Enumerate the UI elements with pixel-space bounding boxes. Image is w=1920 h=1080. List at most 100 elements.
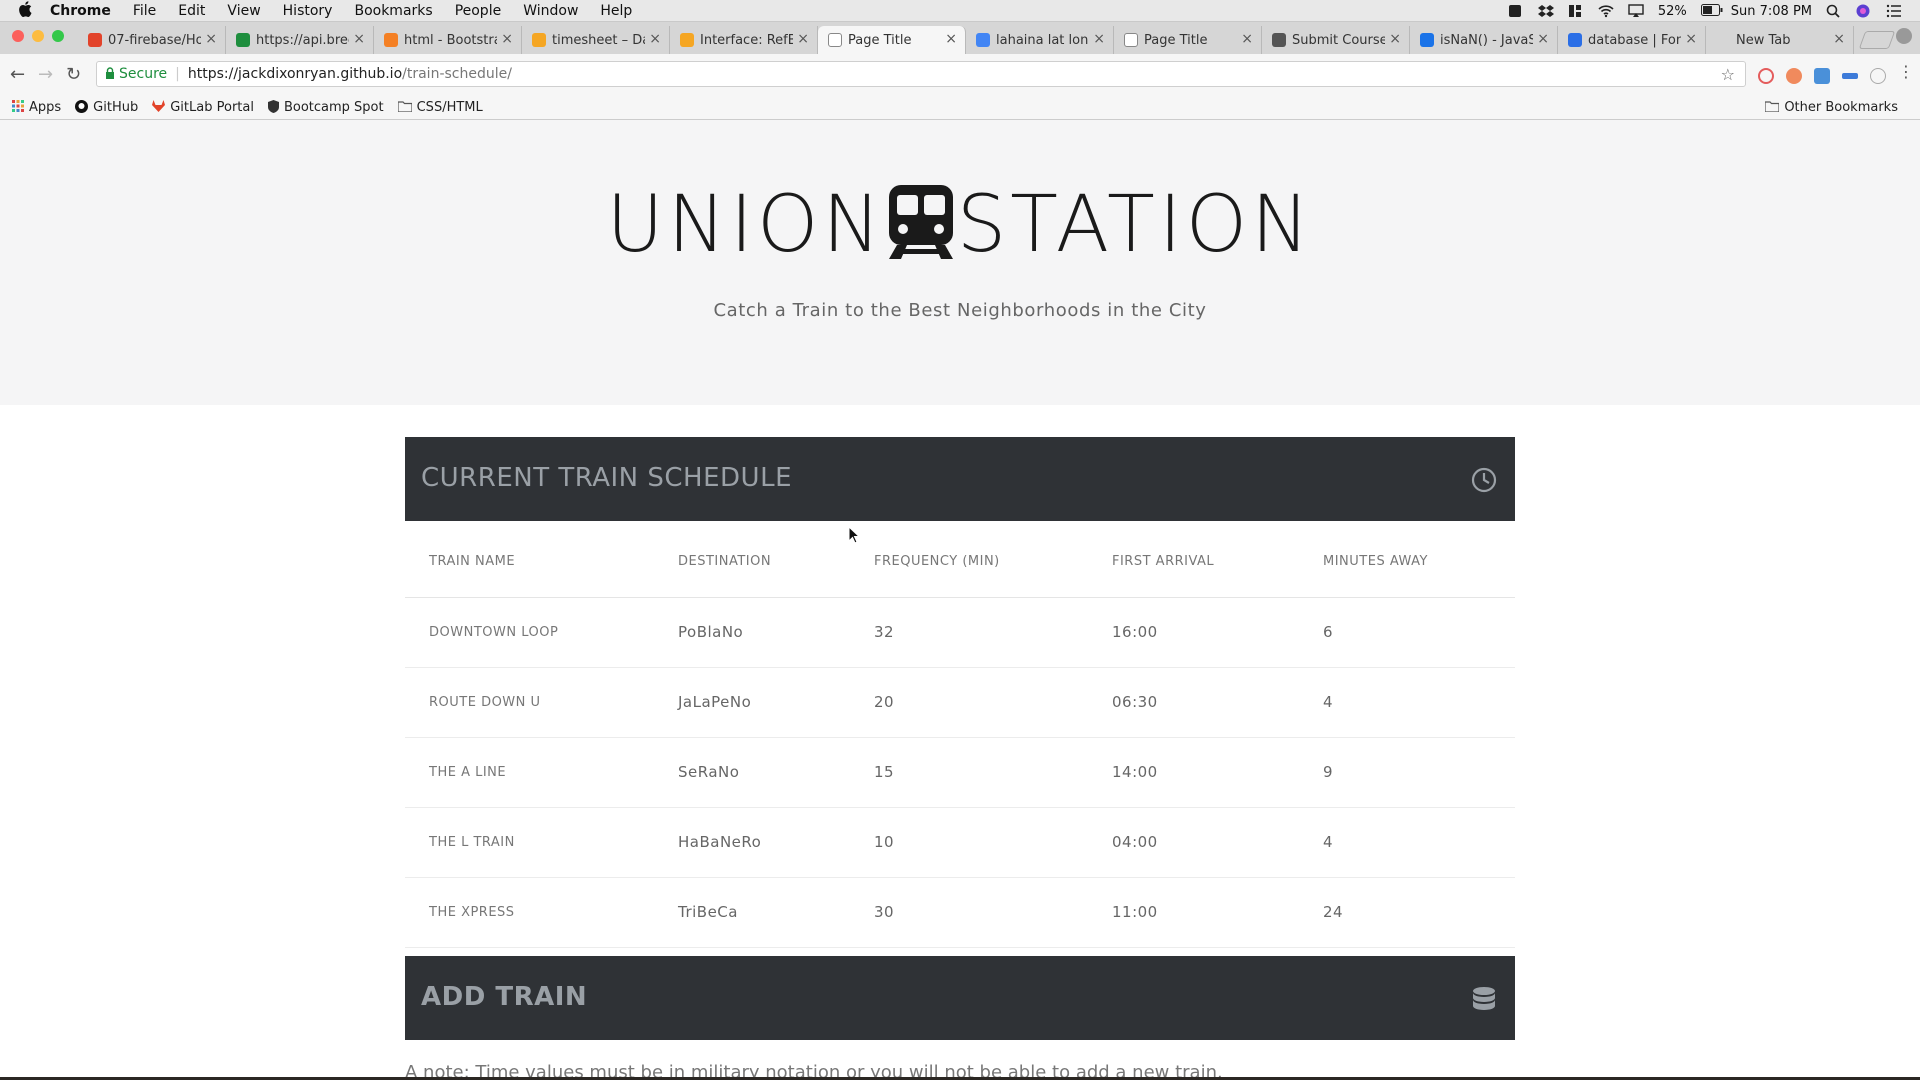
gitlab-icon [152, 100, 166, 115]
tab-close-icon[interactable]: × [1685, 31, 1697, 47]
cell-first-arrival: 16:00 [1088, 597, 1299, 668]
battery-icon[interactable] [1700, 4, 1723, 18]
menu-bookmarks[interactable]: Bookmarks [354, 3, 432, 19]
browser-tab[interactable]: isNaN() - JavaSc× [1410, 26, 1558, 54]
extension-blocker-icon[interactable] [1758, 68, 1774, 84]
bookmark-gitlab[interactable]: GitLab Portal [152, 100, 254, 115]
bookmark-css-html[interactable]: CSS/HTML [397, 100, 483, 115]
cell-frequency: 20 [850, 667, 1088, 738]
zoom-window-button[interactable] [52, 30, 64, 42]
wifi-icon[interactable] [1598, 4, 1614, 18]
clock[interactable]: Sun 7:08 PM [1731, 4, 1812, 19]
forward-icon[interactable]: → [38, 64, 53, 85]
bookmarks-bar: Apps GitHub GitLab Portal Bootcamp Spot … [0, 96, 1920, 120]
menu-chrome[interactable]: Chrome [50, 3, 111, 19]
cell-destination: JaLaPeNo [654, 667, 850, 738]
macos-menu-bar: Chrome File Edit View History Bookmarks … [0, 0, 1920, 22]
cell-train-name: DOWNTOWN LOOP [405, 597, 654, 668]
apple-menu-icon[interactable] [18, 0, 40, 21]
cell-minutes-away: 9 [1299, 737, 1515, 808]
back-icon[interactable]: ← [10, 64, 25, 85]
tab-close-icon[interactable]: × [797, 31, 809, 47]
notification-center-icon[interactable] [1886, 4, 1902, 18]
browser-tab[interactable]: timesheet – Data× [522, 26, 670, 54]
tab-close-icon[interactable]: × [945, 31, 957, 47]
bookmark-bootcamp-spot[interactable]: Bootcamp Spot [267, 99, 384, 116]
browser-toolbar: ← → ↻ Secure | https://jackdixonryan.git… [0, 54, 1920, 96]
site-title: UNION STATION [0, 180, 1920, 270]
schedule-panel-header: CURRENT TRAIN SCHEDULE [405, 437, 1515, 521]
cell-minutes-away: 24 [1299, 877, 1515, 948]
status-app-icon[interactable] [1508, 4, 1524, 18]
columns-icon[interactable] [1568, 4, 1584, 18]
tab-close-icon[interactable]: × [1241, 31, 1253, 47]
spotlight-search-icon[interactable] [1826, 4, 1842, 18]
dropbox-icon[interactable] [1537, 4, 1554, 18]
tab-label: isNaN() - JavaSc [1440, 32, 1533, 48]
lock-icon[interactable] [105, 66, 115, 82]
menu-file[interactable]: File [133, 3, 156, 19]
reload-icon[interactable]: ↻ [66, 64, 81, 85]
window-controls [12, 30, 64, 42]
menu-history[interactable]: History [283, 3, 333, 19]
bookmark-github[interactable]: GitHub [75, 99, 139, 116]
extension-sync-icon[interactable] [1842, 73, 1858, 79]
column-header-minutes-away: MINUTES AWAY [1299, 527, 1515, 598]
browser-tab[interactable]: Interface: RefBu× [670, 26, 818, 54]
tab-favicon-icon [828, 33, 842, 47]
tab-favicon-icon [236, 33, 250, 47]
bookmark-label: GitHub [93, 100, 139, 115]
table-row: THE L TRAIN HaBaNeRo 10 04:00 4 [405, 807, 1515, 878]
column-header-frequency: FREQUENCY (MIN) [850, 527, 1088, 598]
extension-circle-icon[interactable] [1870, 68, 1886, 84]
clock-icon [1471, 467, 1497, 493]
add-train-panel-header: ADD TRAIN [405, 956, 1515, 1040]
shield-icon [267, 99, 279, 116]
minimize-window-button[interactable] [32, 30, 44, 42]
cell-first-arrival: 06:30 [1088, 667, 1299, 738]
tabs-container: 07-firebase/Hom×https://api.bree×html - … [78, 26, 1854, 54]
siri-icon[interactable] [1856, 4, 1872, 18]
tab-close-icon[interactable]: × [649, 31, 661, 47]
menu-help[interactable]: Help [600, 3, 632, 19]
table-header-row: TRAIN NAME DESTINATION FREQUENCY (MIN) F… [405, 527, 1515, 598]
apps-grid-icon [12, 100, 24, 115]
profile-icon[interactable] [1896, 28, 1912, 44]
column-header-train-name: TRAIN NAME [405, 527, 654, 598]
tab-close-icon[interactable]: × [1537, 31, 1549, 47]
menu-view[interactable]: View [227, 3, 260, 19]
close-window-button[interactable] [12, 30, 24, 42]
address-divider: | [175, 66, 180, 82]
chrome-menu-icon[interactable]: ⋮ [1898, 62, 1914, 81]
new-tab-button[interactable] [1858, 31, 1896, 49]
extension-tool-icon[interactable] [1814, 68, 1830, 84]
extension-arrow-icon[interactable] [1786, 68, 1802, 84]
cell-destination: PoBlaNo [654, 597, 850, 668]
browser-tab[interactable]: lahaina lat long × [966, 26, 1114, 54]
tab-close-icon[interactable]: × [205, 31, 217, 47]
browser-tab[interactable]: https://api.bree × [226, 26, 374, 54]
browser-tab[interactable]: Submit Coursew× [1262, 26, 1410, 54]
bookmark-other[interactable]: Other Bookmarks [1764, 100, 1898, 115]
bookmark-apps[interactable]: Apps [12, 100, 61, 115]
menu-people[interactable]: People [455, 3, 502, 19]
tab-close-icon[interactable]: × [1093, 31, 1105, 47]
tab-close-icon[interactable]: × [1389, 31, 1401, 47]
browser-tab[interactable]: 07-firebase/Hom× [78, 26, 226, 54]
address-bar[interactable]: Secure | https://jackdixonryan.github.io… [96, 61, 1746, 87]
airplay-icon[interactable] [1628, 4, 1644, 18]
browser-tab[interactable]: Page Title × [1114, 26, 1262, 54]
tab-close-icon[interactable]: × [1833, 31, 1845, 47]
browser-tab[interactable]: Page Title × [818, 26, 966, 54]
bookmark-star-icon[interactable]: ☆ [1721, 65, 1735, 84]
tab-close-icon[interactable]: × [501, 31, 513, 47]
cell-frequency: 32 [850, 597, 1088, 668]
table-row: ROUTE DOWN U JaLaPeNo 20 06:30 4 [405, 667, 1515, 738]
browser-tab[interactable]: New Tab × [1706, 26, 1854, 54]
menu-edit[interactable]: Edit [178, 3, 205, 19]
menu-window[interactable]: Window [523, 3, 578, 19]
tab-label: 07-firebase/Hom [108, 32, 201, 48]
browser-tab[interactable]: database | Font × [1558, 26, 1706, 54]
tab-close-icon[interactable]: × [353, 31, 365, 47]
browser-tab[interactable]: html - Bootstrap× [374, 26, 522, 54]
